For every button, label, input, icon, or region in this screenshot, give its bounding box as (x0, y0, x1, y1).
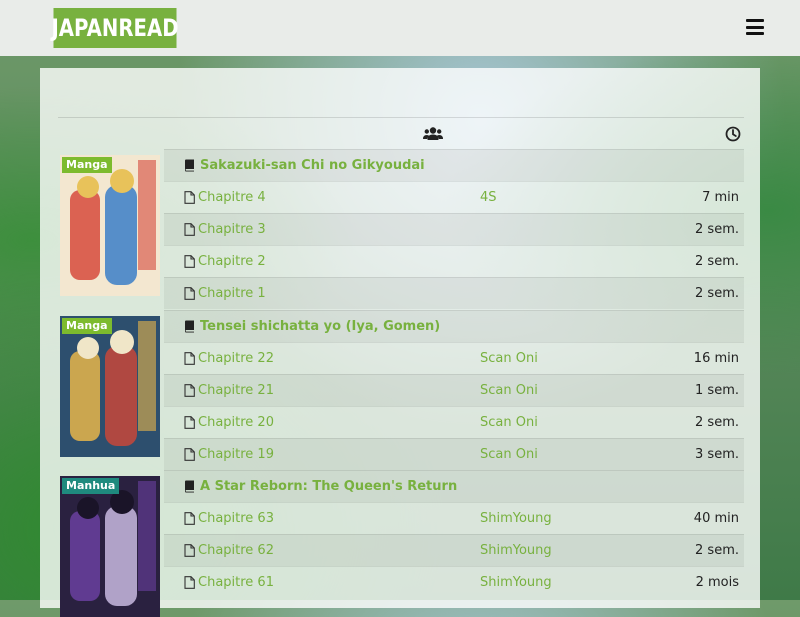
release-time: 1 sem. (695, 383, 739, 398)
clock-icon (725, 126, 741, 142)
release-time: 7 min (702, 190, 739, 205)
file-icon (184, 448, 195, 461)
manga-title[interactable]: A Star Reborn: The Queen's Return (200, 479, 457, 494)
team-link[interactable]: ShimYoung (480, 543, 552, 558)
manga-cover[interactable]: Manga (60, 316, 160, 457)
file-icon (184, 512, 195, 525)
file-icon (184, 544, 195, 557)
team-link[interactable]: 4S (480, 190, 497, 205)
chapter-link[interactable]: Chapitre 2 (198, 254, 418, 269)
release-time: 2 sem. (695, 415, 739, 430)
chapter-link[interactable]: Chapitre 21 (198, 383, 418, 398)
chapter-row[interactable]: Chapitre 61 ShimYoung 2 mois (164, 566, 744, 598)
chapter-row[interactable]: Chapitre 63 ShimYoung 40 min (164, 502, 744, 534)
navbar: JAPANREAD (0, 0, 800, 56)
chapter-link[interactable]: Chapitre 3 (198, 222, 418, 237)
team-link[interactable]: Scan Oni (480, 415, 538, 430)
team-link[interactable]: Scan Oni (480, 351, 538, 366)
chapter-row[interactable]: Chapitre 62 ShimYoung 2 sem. (164, 534, 744, 566)
manga-title-row[interactable]: A Star Reborn: The Queen's Return (164, 470, 744, 502)
team-link[interactable]: Scan Oni (480, 383, 538, 398)
hamburger-icon[interactable] (746, 19, 764, 35)
chapter-link[interactable]: Chapitre 4 (198, 190, 418, 205)
release-time: 2 sem. (695, 543, 739, 558)
book-icon (184, 320, 195, 333)
manga-cover[interactable]: Manhua (60, 476, 160, 617)
chapter-link[interactable]: Chapitre 19 (198, 447, 418, 462)
file-icon (184, 287, 195, 300)
chapter-link[interactable]: Chapitre 62 (198, 543, 418, 558)
chapter-link[interactable]: Chapitre 63 (198, 511, 418, 526)
team-link[interactable]: Scan Oni (480, 447, 538, 462)
type-badge: Manhua (62, 478, 120, 494)
release-time: 2 sem. (695, 286, 739, 301)
users-icon (423, 127, 443, 140)
release-time: 2 sem. (695, 222, 739, 237)
book-icon (184, 480, 195, 493)
team-link[interactable]: ShimYoung (480, 511, 552, 526)
brand-logo[interactable]: JAPANREAD (51, 8, 179, 48)
chapter-row[interactable]: Chapitre 2 2 sem. (164, 245, 744, 277)
file-icon (184, 255, 195, 268)
release-time: 16 min (693, 351, 739, 366)
type-badge: Manga (62, 318, 112, 334)
chapter-row[interactable]: Chapitre 1 2 sem. (164, 277, 744, 309)
chapter-link[interactable]: Chapitre 22 (198, 351, 418, 366)
file-icon (184, 384, 195, 397)
release-time: 2 sem. (695, 254, 739, 269)
table-header (58, 117, 744, 150)
type-badge: Manga (62, 157, 112, 173)
manga-title[interactable]: Tensei shichatta yo (Iya, Gomen) (200, 319, 440, 334)
chapter-row[interactable]: Chapitre 19 Scan Oni 3 sem. (164, 438, 744, 470)
release-time: 40 min (693, 511, 739, 526)
file-icon (184, 352, 195, 365)
release-time: 3 sem. (695, 447, 739, 462)
file-icon (184, 191, 195, 204)
file-icon (184, 416, 195, 429)
book-icon (184, 159, 195, 172)
chapter-row[interactable]: Chapitre 4 4S 7 min (164, 181, 744, 213)
latest-releases-panel: Manga Sakazuki-san Chi no Gikyoudai Chapit… (40, 68, 760, 617)
manga-title-row[interactable]: Sakazuki-san Chi no Gikyoudai (164, 149, 744, 181)
manga-title[interactable]: Sakazuki-san Chi no Gikyoudai (200, 158, 425, 173)
chapter-link[interactable]: Chapitre 1 (198, 286, 418, 301)
chapter-row[interactable]: Chapitre 21 Scan Oni 1 sem. (164, 374, 744, 406)
chapter-row[interactable]: Chapitre 22 Scan Oni 16 min (164, 342, 744, 374)
chapter-link[interactable]: Chapitre 61 (198, 575, 418, 590)
chapter-row[interactable]: Chapitre 20 Scan Oni 2 sem. (164, 406, 744, 438)
chapter-link[interactable]: Chapitre 20 (198, 415, 418, 430)
file-icon (184, 223, 195, 236)
manga-title-row[interactable]: Tensei shichatta yo (Iya, Gomen) (164, 310, 744, 342)
manga-cover[interactable]: Manga (60, 155, 160, 296)
team-link[interactable]: ShimYoung (480, 575, 552, 590)
chapter-row[interactable]: Chapitre 3 2 sem. (164, 213, 744, 245)
file-icon (184, 576, 195, 589)
release-time: 2 mois (695, 575, 739, 590)
